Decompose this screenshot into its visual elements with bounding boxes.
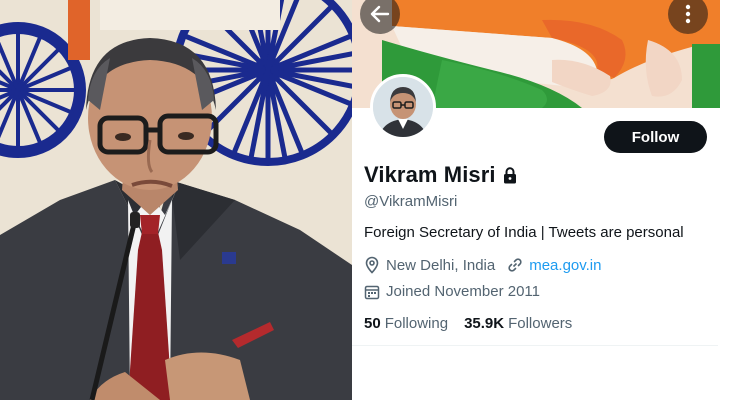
follow-button[interactable]: Follow: [604, 121, 707, 153]
follow-stats: 50 Following 35.9K Followers: [364, 315, 588, 332]
profile-name: Vikram Misri: [364, 162, 496, 187]
profile-panel: Follow Vikram Misri @VikramMisri Foreign…: [352, 0, 730, 400]
website-item[interactable]: mea.gov.in: [507, 257, 601, 274]
following-count: 50: [364, 315, 381, 332]
arrow-left-icon: [370, 5, 390, 23]
link-icon: [508, 258, 522, 272]
following-label: Following: [384, 315, 449, 332]
location-item: New Delhi, India: [364, 256, 495, 274]
joined-item: Joined November 2011: [364, 283, 540, 300]
profile-bio: Foreign Secretary of India | Tweets are …: [364, 224, 684, 241]
profile-avatar[interactable]: [370, 74, 436, 140]
divider: [352, 345, 718, 346]
joined-text: Joined November 2011: [386, 283, 540, 300]
press-photo: [0, 0, 352, 400]
lock-icon: [503, 166, 516, 183]
profile-name-row: Vikram Misri: [364, 162, 517, 188]
followers-count: 35.9K: [464, 315, 505, 332]
profile-handle: @VikramMisri: [364, 193, 458, 210]
following-stat[interactable]: 50 Following: [364, 315, 448, 332]
location-text: New Delhi, India: [386, 256, 496, 274]
followers-label: Followers: [508, 315, 573, 332]
more-vertical-icon: [685, 4, 691, 24]
profile-joined-row: Joined November 2011: [364, 283, 552, 300]
calendar-icon: [364, 285, 380, 299]
followers-stat[interactable]: 35.9K Followers: [464, 315, 572, 332]
website-link[interactable]: mea.gov.in: [529, 257, 601, 274]
avatar-image: [373, 77, 433, 137]
press-photo-illustration: [0, 0, 352, 400]
map-pin-icon: [365, 256, 379, 274]
profile-meta-row: New Delhi, India mea.gov.in: [364, 256, 613, 274]
